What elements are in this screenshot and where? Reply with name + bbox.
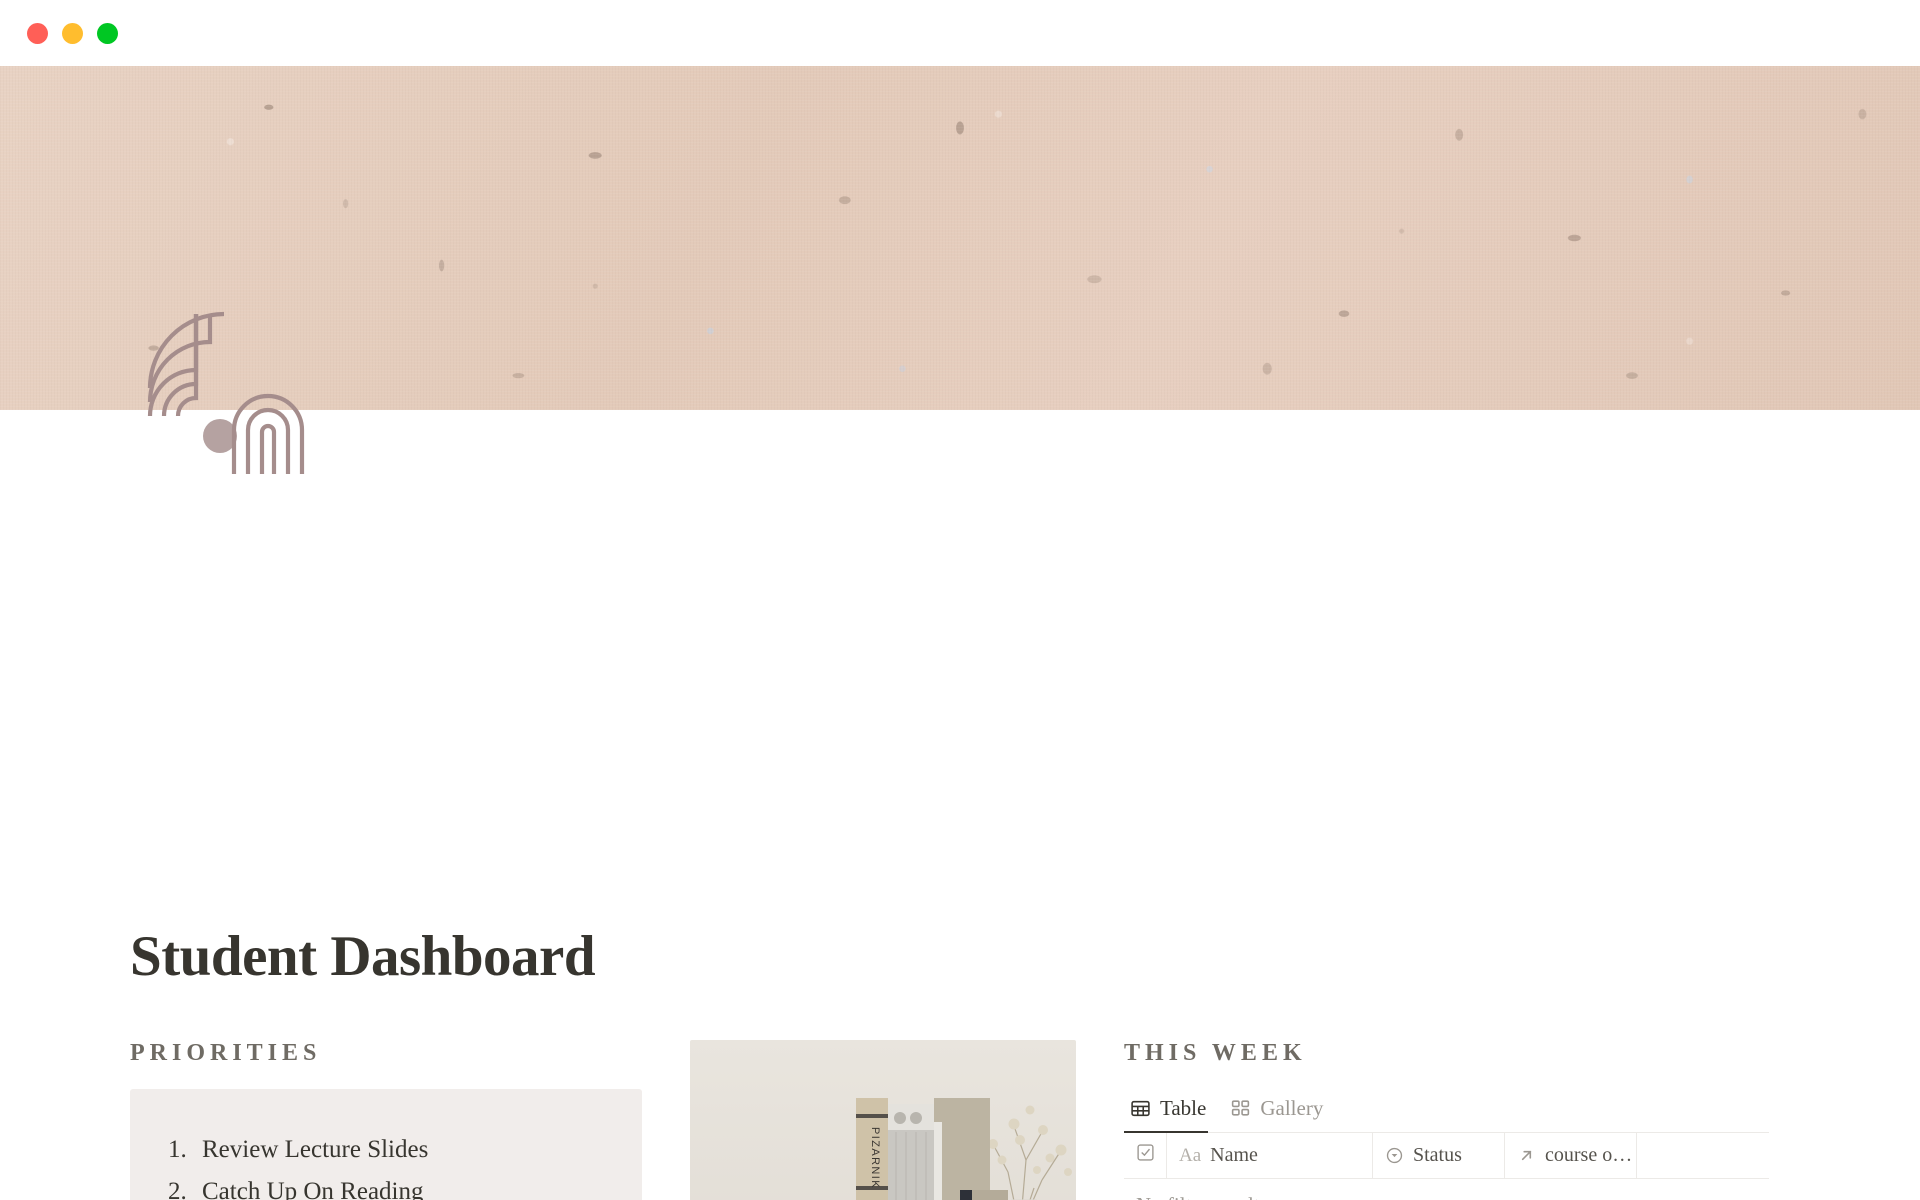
select-circle-icon xyxy=(1385,1146,1404,1165)
tab-gallery[interactable]: Gallery xyxy=(1224,1096,1333,1132)
icon-dot xyxy=(203,419,237,453)
this-week-heading: THIS WEEK xyxy=(1124,1040,1307,1066)
traffic-light-buttons xyxy=(27,22,118,44)
left-column: PRIORITIES Review Lecture Slides Catch U… xyxy=(130,1040,642,1200)
column-header-status[interactable]: Status xyxy=(1373,1132,1505,1179)
text-type-icon: Aa xyxy=(1179,1144,1202,1166)
priorities-heading: PRIORITIES xyxy=(130,1040,322,1066)
this-week-database-table: Aa Name Status course o… xyxy=(1124,1132,1769,1200)
minimize-button[interactable] xyxy=(62,22,83,44)
checkbox-icon xyxy=(1136,1143,1155,1168)
three-column-layout: PRIORITIES Review Lecture Slides Catch U… xyxy=(130,1040,1790,1200)
tab-table-label: Table xyxy=(1160,1096,1207,1120)
books-in-wire-basket-photo[interactable]: PIZARNIK xyxy=(690,1040,1076,1200)
page-title[interactable]: Student Dashboard xyxy=(130,925,596,989)
close-button[interactable] xyxy=(27,22,48,44)
middle-column: PIZARNIK xyxy=(690,1040,1076,1200)
column-header-name-label: Name xyxy=(1210,1144,1258,1166)
arc-rainbow-icon[interactable] xyxy=(128,290,312,474)
column-header-course[interactable]: course o… xyxy=(1505,1132,1637,1179)
priorities-list: Review Lecture Slides Catch Up On Readin… xyxy=(130,1129,642,1200)
tab-table[interactable]: Table xyxy=(1124,1096,1216,1133)
relation-arrow-icon xyxy=(1517,1146,1536,1165)
right-column: THIS WEEK Table Gallery Aa Name Status c… xyxy=(1124,1040,1769,1200)
priority-item[interactable]: Catch Up On Reading xyxy=(168,1171,642,1200)
maximize-button[interactable] xyxy=(97,22,118,44)
column-header-select-all[interactable] xyxy=(1124,1132,1167,1179)
column-header-course-label: course o… xyxy=(1545,1144,1633,1166)
window-titlebar xyxy=(0,0,1920,66)
column-header-add[interactable] xyxy=(1637,1133,1769,1179)
priorities-callout: Review Lecture Slides Catch Up On Readin… xyxy=(130,1089,642,1200)
table-header-row: Aa Name Status course o… xyxy=(1124,1132,1769,1179)
tab-gallery-label: Gallery xyxy=(1260,1096,1324,1120)
table-icon xyxy=(1130,1098,1151,1119)
database-view-tabs: Table Gallery xyxy=(1124,1089,1769,1133)
priority-item[interactable]: Review Lecture Slides xyxy=(168,1129,642,1171)
table-empty-message: No filter results. xyxy=(1124,1179,1769,1200)
svg-text:PIZARNIK: PIZARNIK xyxy=(869,1127,881,1189)
app-window: Student Dashboard PRIORITIES Review Lect… xyxy=(0,0,1920,1200)
column-header-name[interactable]: Aa Name xyxy=(1167,1132,1373,1179)
gallery-grid-icon xyxy=(1230,1098,1251,1119)
column-header-status-label: Status xyxy=(1413,1144,1462,1166)
